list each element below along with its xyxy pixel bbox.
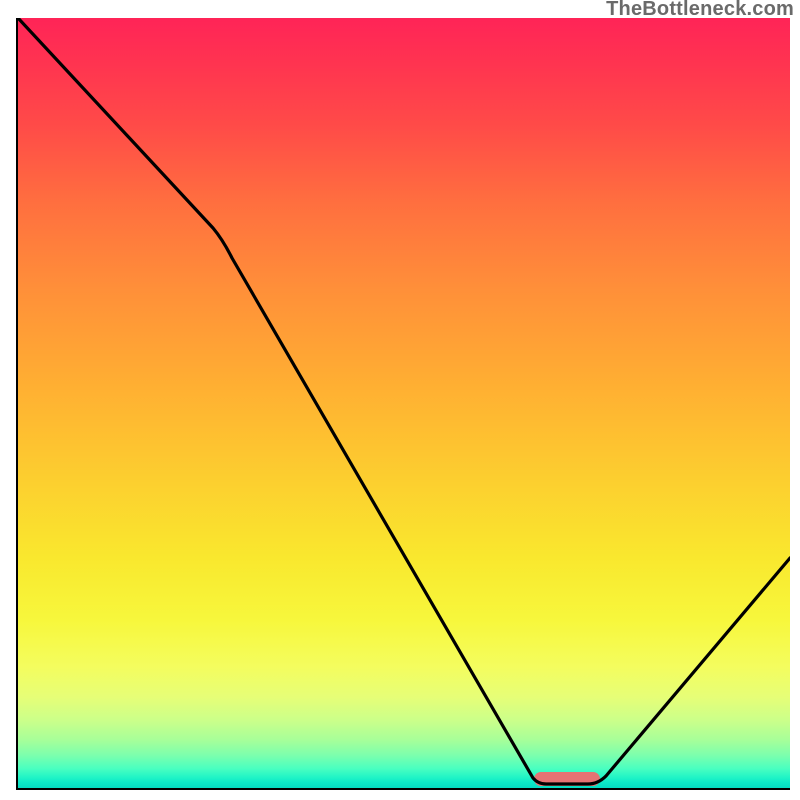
curve-path bbox=[18, 18, 790, 784]
plot-area bbox=[18, 18, 790, 790]
chart-container: TheBottleneck.com bbox=[0, 0, 800, 800]
y-axis-line bbox=[16, 18, 18, 790]
x-axis-line bbox=[16, 788, 790, 790]
bottleneck-curve bbox=[18, 18, 790, 790]
